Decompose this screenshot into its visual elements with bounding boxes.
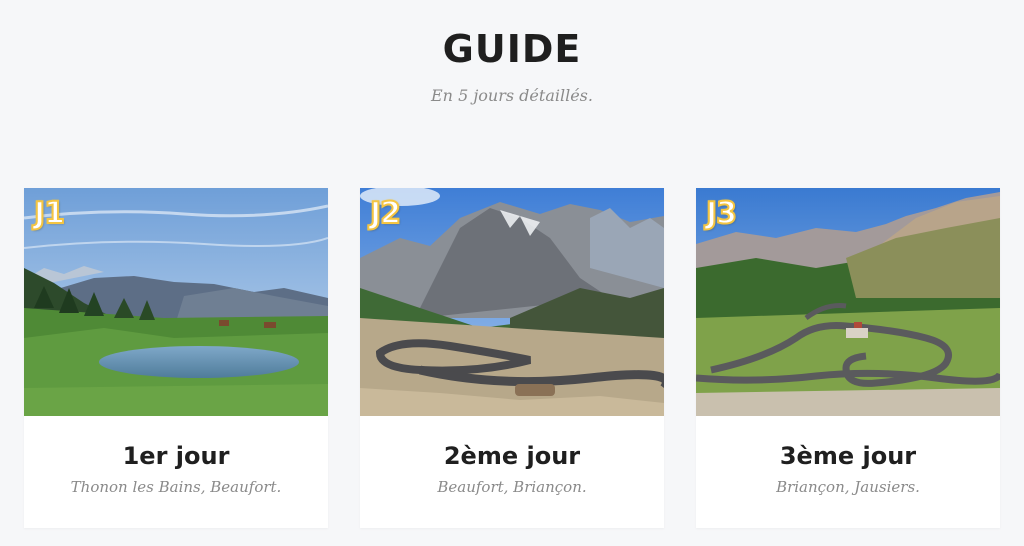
day-cards: J1 1er jour Thonon les Bains, Beaufort. bbox=[24, 188, 1000, 528]
day-2-route: Beaufort, Briançon. bbox=[437, 478, 587, 496]
day-3-photo[interactable]: J3 bbox=[696, 188, 1000, 416]
mountain-pass-image bbox=[360, 188, 664, 416]
day-3-route: Briançon, Jausiers. bbox=[776, 478, 920, 496]
day-3-title[interactable]: 3ème jour bbox=[696, 442, 1000, 470]
day-1-route: Thonon les Bains, Beaufort. bbox=[70, 478, 282, 496]
page-header: GUIDE En 5 jours détaillés. bbox=[0, 0, 1024, 105]
day-3-badge: J3 bbox=[705, 195, 738, 232]
day-card-3[interactable]: J3 3ème jour Briançon, Jausiers. bbox=[696, 188, 1000, 528]
day-card-1[interactable]: J1 1er jour Thonon les Bains, Beaufort. bbox=[24, 188, 328, 528]
page-title: GUIDE bbox=[442, 27, 582, 71]
page-subtitle: En 5 jours détaillés. bbox=[431, 86, 593, 105]
alpine-lake-image bbox=[24, 188, 328, 416]
day-2-photo[interactable]: J2 bbox=[360, 188, 664, 416]
day-1-photo[interactable]: J1 bbox=[24, 188, 328, 416]
day-card-2[interactable]: J2 2ème jour Beaufort, Briançon. bbox=[360, 188, 664, 528]
day-1-title[interactable]: 1er jour bbox=[24, 442, 328, 470]
day-2-badge: J2 bbox=[369, 195, 402, 232]
day-1-badge: J1 bbox=[33, 195, 66, 232]
winding-road-image bbox=[696, 188, 1000, 416]
day-2-title[interactable]: 2ème jour bbox=[360, 442, 664, 470]
